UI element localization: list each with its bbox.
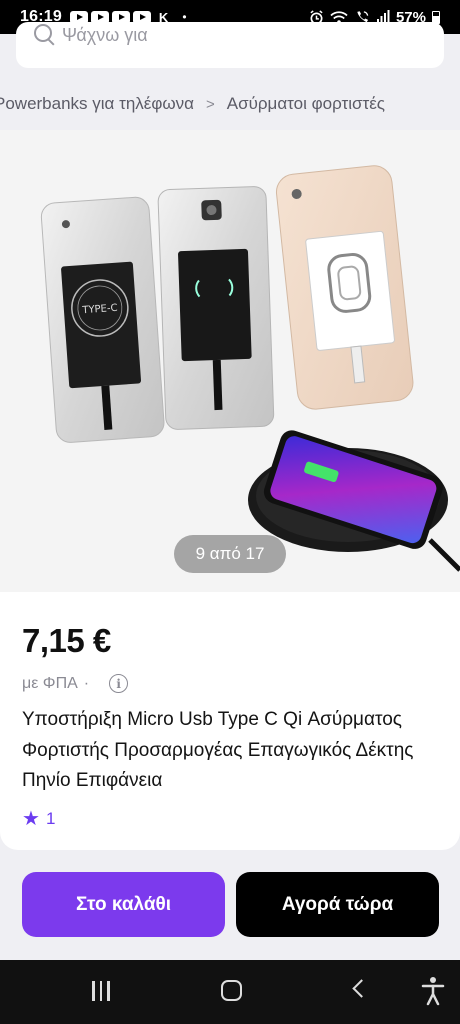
product-rating[interactable]: ★ 1 bbox=[22, 806, 55, 831]
accessibility-icon[interactable] bbox=[420, 976, 446, 1006]
vat-separator: · bbox=[83, 674, 90, 692]
rating-count: 1 bbox=[45, 808, 56, 828]
breadcrumb: Powerbanks για τηλέφωνα > Ασύρματοι φορτ… bbox=[0, 86, 460, 122]
add-to-cart-button[interactable]: Στο καλάθι bbox=[22, 872, 225, 937]
search-placeholder: Ψάχνω για bbox=[62, 24, 148, 45]
breadcrumb-separator-icon: > bbox=[205, 95, 215, 113]
vat-row: με ΦΠΑ · i bbox=[22, 674, 129, 693]
star-icon: ★ bbox=[22, 808, 40, 830]
product-title: Υποστήριξη Micro Usb Type C Qi Ασύρματος… bbox=[22, 709, 414, 791]
image-counter: 9 από 17 bbox=[174, 535, 286, 573]
home-icon[interactable] bbox=[221, 980, 242, 1001]
recents-icon[interactable] bbox=[92, 981, 110, 1001]
search-input[interactable]: Ψάχνω για bbox=[16, 22, 444, 68]
buy-now-button[interactable]: Αγορά τώρα bbox=[236, 872, 439, 937]
product-image[interactable]: TYPE-C 9 από 17 bbox=[0, 130, 460, 592]
breadcrumb-item-powerbanks[interactable]: Powerbanks για τηλέφωνα bbox=[0, 94, 194, 114]
product-price: 7,15 € bbox=[22, 622, 111, 659]
back-icon[interactable] bbox=[352, 979, 371, 998]
info-icon[interactable]: i bbox=[109, 674, 129, 693]
search-area: Ψάχνω για bbox=[0, 22, 460, 80]
product-photo: TYPE-C bbox=[40, 165, 460, 572]
vat-label: με ΦΠΑ bbox=[22, 674, 78, 692]
breadcrumb-item-wireless-chargers[interactable]: Ασύρματοι φορτιστές bbox=[227, 94, 385, 114]
search-icon bbox=[34, 24, 52, 42]
system-nav-bar bbox=[0, 960, 460, 1024]
product-card: 7,15 € με ΦΠΑ · i Υποστήριξη Micro Usb T… bbox=[0, 592, 460, 850]
